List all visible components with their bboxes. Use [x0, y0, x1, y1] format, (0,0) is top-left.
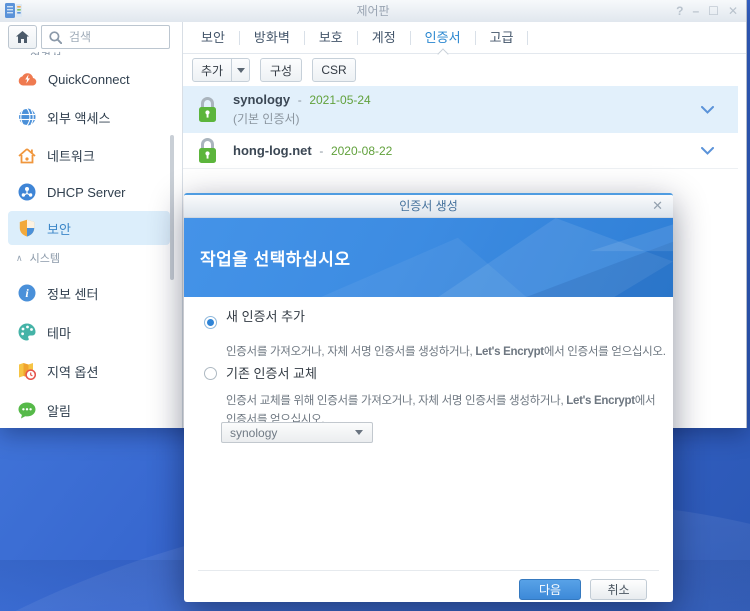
certificate-date: 2020-08-22	[331, 144, 392, 158]
tab-firewall[interactable]: 방화벽	[240, 23, 304, 53]
tab-security[interactable]: 보안	[187, 23, 239, 53]
minimize-icon[interactable]: –	[692, 0, 699, 22]
sidebar-item-dhcp-server[interactable]: DHCP Server	[0, 173, 182, 211]
certificate-select[interactable]: synology	[221, 422, 373, 443]
regional-options-map-icon	[18, 362, 36, 380]
sidebar-item-label: 테마	[47, 323, 71, 342]
certificate-date: 2021-05-24	[309, 93, 370, 107]
add-dropdown-button[interactable]	[232, 58, 250, 82]
globe-icon	[18, 108, 36, 126]
home-icon	[16, 31, 29, 43]
tab-divider	[527, 31, 528, 45]
quickconnect-cloud-icon	[18, 72, 37, 86]
window-titlebar[interactable]: 제어판 ? – ☐ ✕	[0, 0, 746, 23]
sidebar: ∧연결성 QuickConnect	[0, 22, 183, 428]
sidebar-section-connectivity: ∧연결성	[16, 48, 62, 55]
radio-add-new-certificate[interactable]	[204, 316, 217, 329]
csr-button[interactable]: CSR	[312, 58, 356, 82]
certificate-toolbar: 추가 구성 CSR	[192, 58, 356, 82]
chevron-up-icon: ∧	[16, 253, 23, 264]
chevron-down-icon[interactable]	[701, 106, 714, 114]
certificate-note: (기본 인증서)	[233, 110, 738, 127]
theme-palette-icon	[18, 323, 36, 341]
option-description-add-new: 인증서를 가져오거나, 자체 서명 인증서를 생성하거나, Let's Encr…	[226, 343, 666, 362]
certificate-name: synology	[233, 92, 290, 107]
search-box[interactable]	[41, 25, 170, 49]
info-icon: i	[18, 284, 36, 302]
sidebar-scrollbar[interactable]	[170, 135, 174, 280]
lock-icon	[197, 137, 218, 164]
desktop: 제어판 ? – ☐ ✕	[0, 0, 750, 611]
lock-icon	[197, 96, 218, 123]
add-split-button: 추가	[192, 58, 250, 82]
sidebar-item-label: QuickConnect	[48, 72, 130, 87]
close-icon[interactable]: ✕	[652, 195, 663, 217]
help-icon[interactable]: ?	[676, 0, 683, 22]
chevron-up-icon: ∧	[16, 53, 23, 55]
chevron-down-icon	[237, 68, 245, 73]
tab-advanced[interactable]: 고급	[476, 23, 528, 53]
maximize-icon[interactable]: ☐	[708, 0, 719, 22]
sidebar-item-label: 정보 센터	[47, 284, 98, 303]
option-label-add-new[interactable]: 새 인증서 추가	[226, 307, 305, 327]
sidebar-item-label: 보안	[47, 219, 71, 238]
next-button[interactable]: 다음	[519, 579, 581, 600]
tab-protection[interactable]: 보호	[305, 23, 357, 53]
cancel-button[interactable]: 취소	[590, 579, 647, 600]
sidebar-section-system[interactable]: ∧ 시스템	[16, 250, 60, 266]
tab-account[interactable]: 계정	[358, 23, 410, 53]
dialog-banner: 작업을 선택하십시오	[184, 218, 673, 297]
certificate-row-synology[interactable]: synology - 2021-05-24 (기본 인증서)	[183, 86, 738, 133]
sidebar-item-label: 네트워크	[47, 146, 95, 165]
close-icon[interactable]: ✕	[728, 0, 738, 22]
dialog-heading: 작업을 선택하십시오	[200, 218, 350, 297]
certificate-select-value: synology	[230, 426, 277, 440]
sidebar-item-label: 알림	[47, 401, 71, 420]
dialog-footer-divider	[198, 570, 659, 571]
chevron-down-icon	[355, 430, 363, 435]
configure-button[interactable]: 구성	[260, 58, 302, 82]
home-button[interactable]	[8, 25, 37, 49]
sidebar-item-quickconnect[interactable]: QuickConnect	[0, 60, 182, 98]
sidebar-item-notification[interactable]: 알림	[0, 391, 182, 429]
tab-certificate[interactable]: 인증서	[411, 23, 475, 53]
sidebar-item-regional-options[interactable]: 지역 옵션	[0, 352, 182, 390]
sidebar-item-label: DHCP Server	[47, 185, 126, 200]
add-button[interactable]: 추가	[192, 58, 232, 82]
sidebar-item-label: 지역 옵션	[47, 362, 98, 381]
window-controls: ? – ☐ ✕	[676, 0, 738, 22]
window-title: 제어판	[0, 0, 746, 22]
dhcp-server-icon	[18, 183, 36, 201]
sidebar-item-security[interactable]: 보안	[0, 209, 182, 247]
network-home-icon	[18, 147, 36, 164]
dialog-titlebar[interactable]: 인증서 생성 ✕	[184, 195, 673, 218]
notification-bubble-icon	[18, 402, 36, 419]
certificate-row-hong-log[interactable]: hong-log.net - 2020-08-22	[183, 133, 738, 169]
sidebar-item-network[interactable]: 네트워크	[0, 136, 182, 174]
sidebar-item-theme[interactable]: 테마	[0, 313, 182, 351]
certificate-creation-dialog: 인증서 생성 ✕ 작업을 선택하십시오 새 인증서 추가 인증서를 가져오거나,…	[184, 193, 673, 602]
chevron-down-icon[interactable]	[701, 147, 714, 155]
security-shield-icon	[18, 219, 36, 237]
option-label-replace[interactable]: 기존 인증서 교체	[226, 364, 317, 384]
dialog-title: 인증서 생성	[184, 195, 673, 217]
tab-bar: 보안 방화벽 보호 계정 인증서 고급	[183, 22, 746, 54]
search-input[interactable]	[67, 29, 157, 45]
sidebar-item-label: 외부 액세스	[47, 108, 110, 127]
radio-replace-existing-certificate[interactable]	[204, 367, 217, 380]
sidebar-item-external-access[interactable]: 외부 액세스	[0, 98, 182, 136]
search-icon	[49, 31, 62, 44]
certificate-name: hong-log.net	[233, 143, 312, 158]
sidebar-item-info-center[interactable]: i 정보 센터	[0, 274, 182, 312]
